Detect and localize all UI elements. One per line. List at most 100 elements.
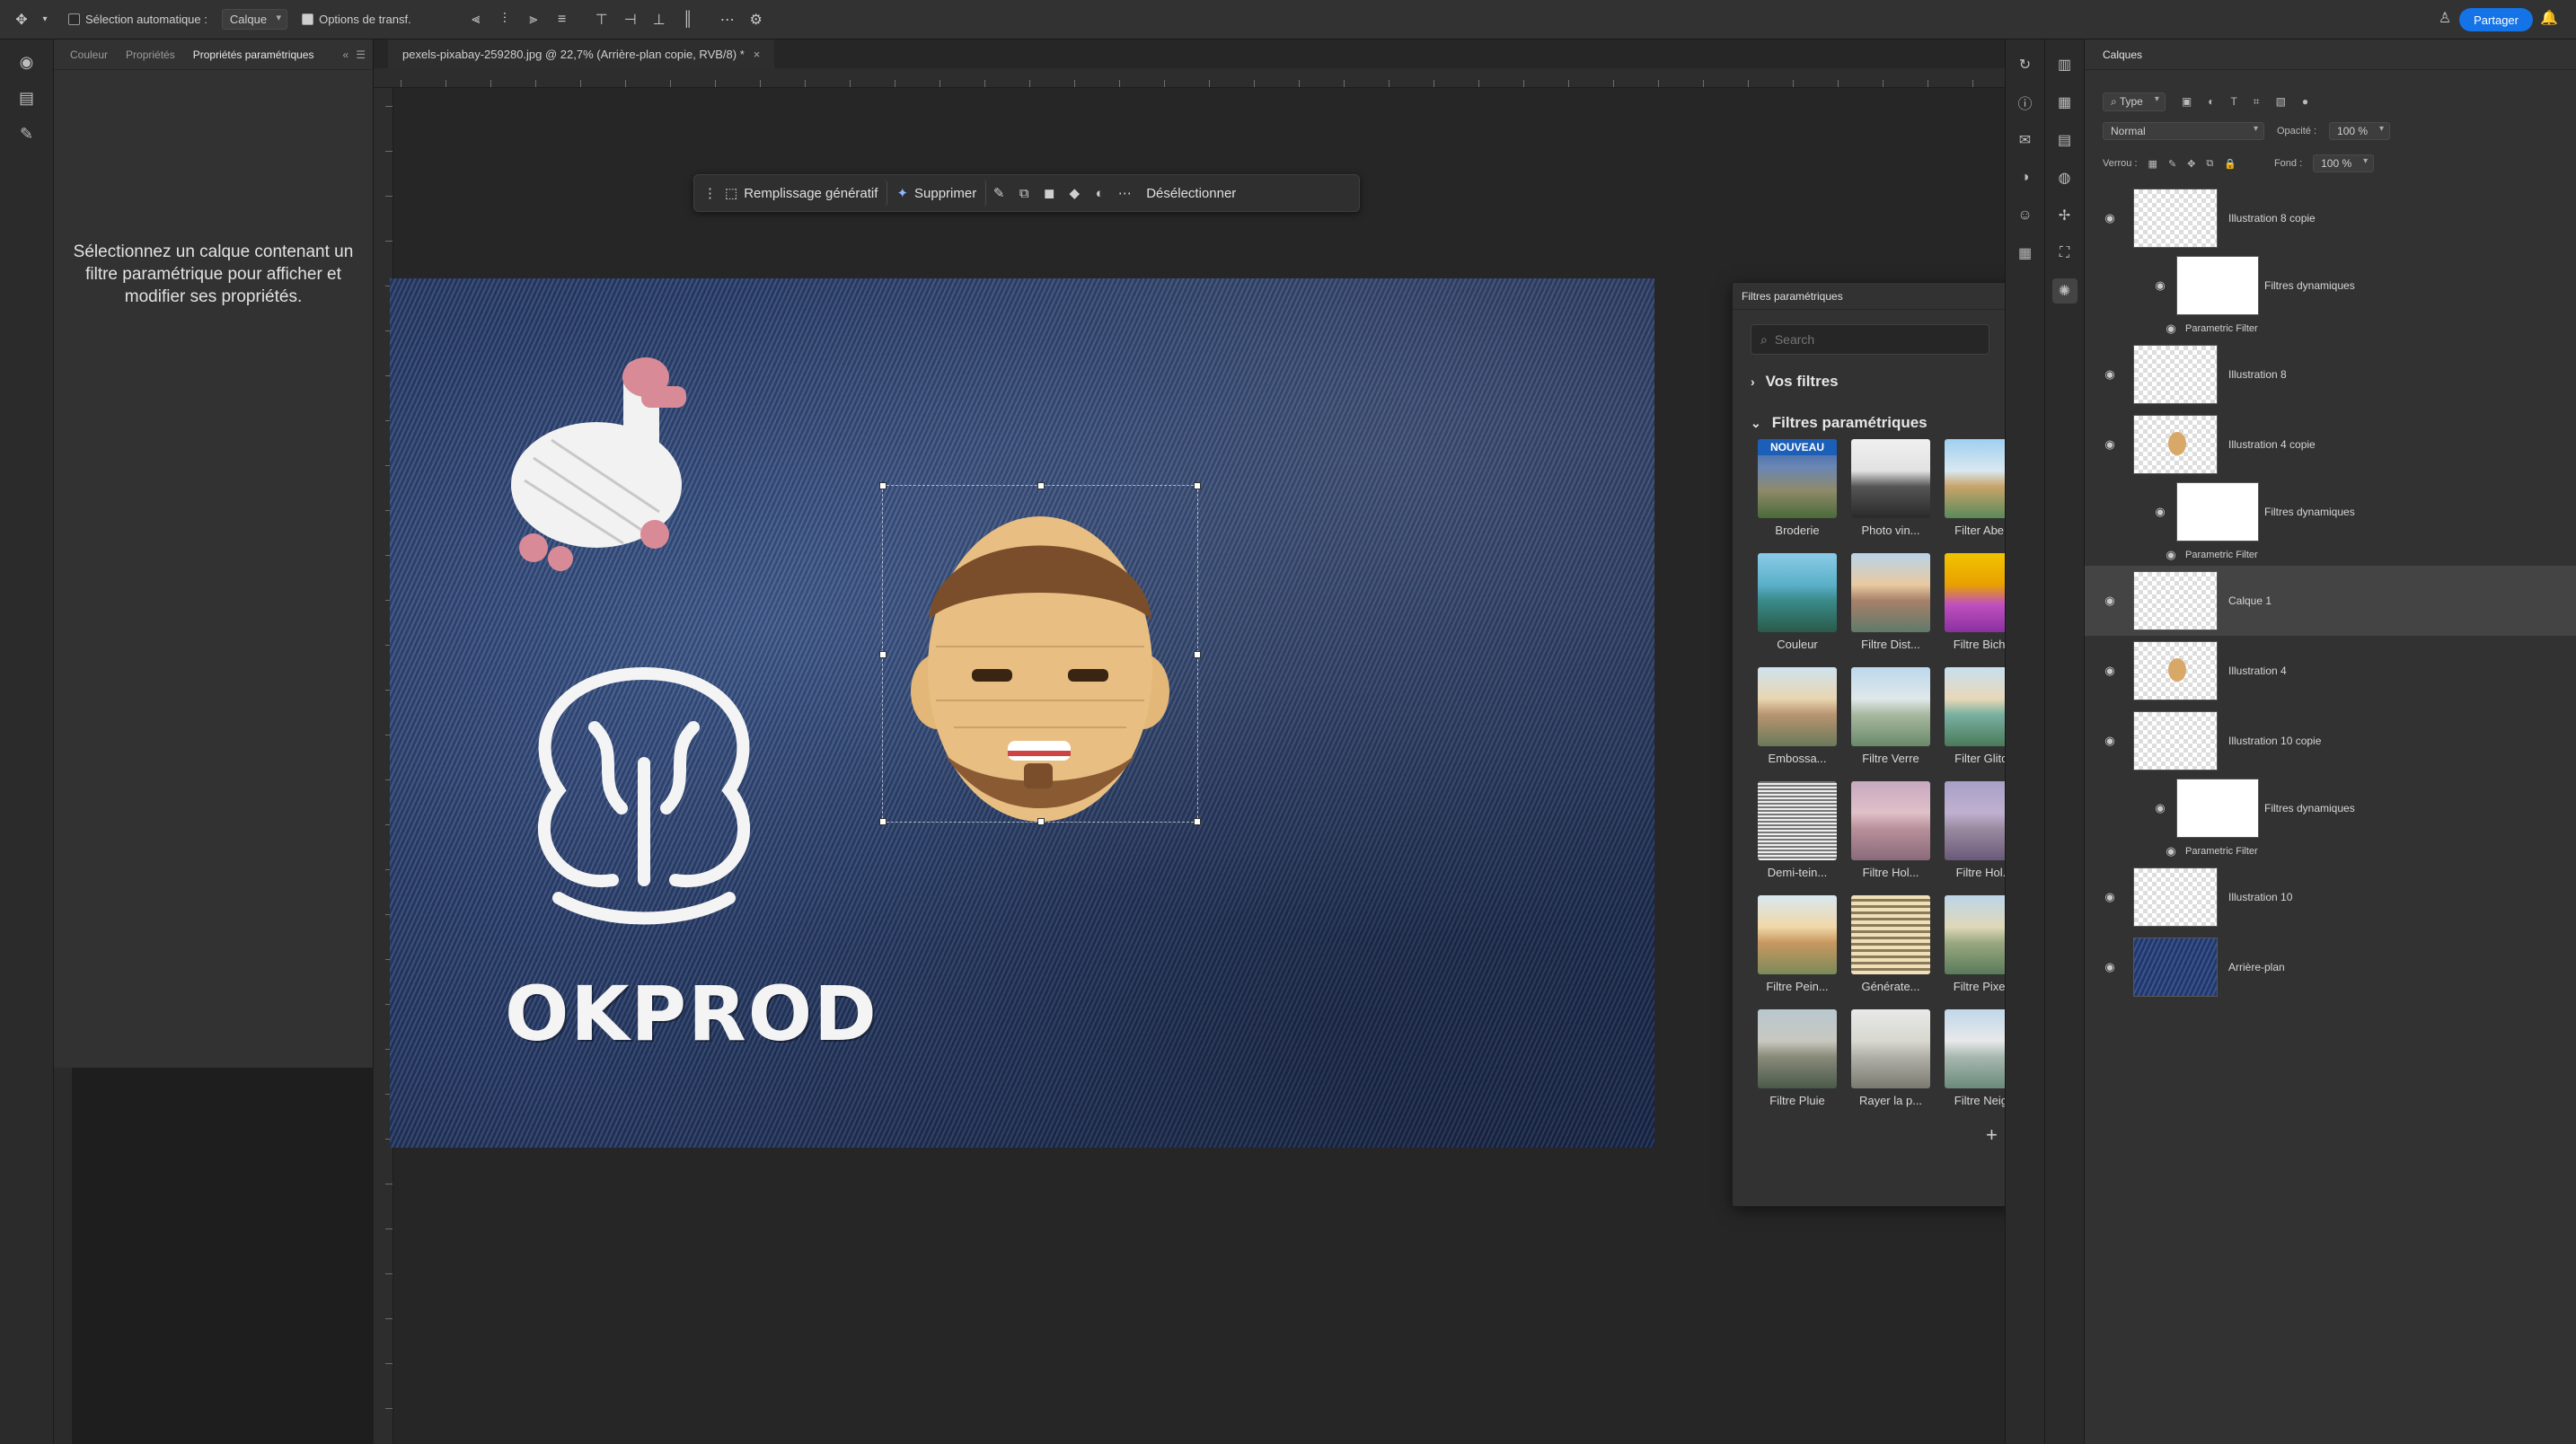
filter-item[interactable]: Filtre Hol... — [1851, 781, 1930, 879]
bell-icon[interactable]: 🔔 — [2540, 9, 2558, 27]
parametric-filter-icon[interactable]: ✺ — [2051, 278, 2078, 304]
people-icon[interactable]: ☺ — [2013, 203, 2038, 228]
tab-color[interactable]: Couleur — [61, 48, 117, 61]
panel-menu-icon[interactable]: ☰ — [356, 48, 366, 61]
adjustments-icon[interactable]: ◑ — [2013, 165, 2038, 190]
section-your-filters[interactable]: › Vos filtres — [1751, 373, 1839, 391]
lock-transparency-icon[interactable]: ▦ — [2148, 158, 2157, 170]
history-icon[interactable]: ↻ — [2013, 52, 2038, 77]
more-options-icon[interactable]: ⋯ — [719, 11, 737, 29]
filter-item[interactable]: Photo vin... — [1851, 439, 1930, 537]
resize-handle[interactable] — [879, 818, 887, 825]
close-icon[interactable]: × — [754, 48, 761, 61]
filter-search-box[interactable]: ⌕ — [1751, 324, 1989, 355]
mask-icon[interactable]: ◼ — [1037, 185, 1062, 201]
fill-icon[interactable]: ◆ — [1062, 185, 1087, 201]
resize-handle[interactable] — [879, 482, 887, 489]
gear-icon[interactable]: ⚙ — [747, 11, 765, 29]
filter-item[interactable]: Générate... — [1851, 895, 1930, 993]
swatches-icon[interactable]: ▥ — [2052, 52, 2078, 77]
eye-icon[interactable]: ◉ — [2151, 505, 2169, 519]
adjust-icon[interactable]: ◐ — [1087, 186, 1112, 201]
filter-adjustment-icon[interactable]: ◐ — [2208, 95, 2214, 108]
filter-item[interactable]: Embossa... — [1758, 667, 1837, 765]
filter-toggle-icon[interactable]: ● — [2302, 95, 2308, 108]
filter-smart-icon[interactable]: ▧ — [2276, 95, 2286, 108]
eye-icon[interactable]: ◉ — [2101, 367, 2119, 382]
eye-icon[interactable]: ◉ — [2101, 594, 2119, 608]
filter-pixel-icon[interactable]: ▣ — [2182, 95, 2192, 108]
lock-all-icon[interactable]: 🔒 — [2224, 158, 2236, 170]
layer-row[interactable]: ◉ Illustration 8 copie — [2085, 183, 2576, 253]
align-middle-icon[interactable]: ⊣ — [622, 11, 640, 29]
glyphs-icon[interactable]: ▦ — [2013, 241, 2038, 266]
smart-filters-row[interactable]: ◉ Filtres dynamiques — [2085, 253, 2576, 318]
align-top-icon[interactable]: ⊤ — [593, 11, 611, 29]
resize-handle[interactable] — [1194, 482, 1201, 489]
align-bottom-icon[interactable]: ⊥ — [650, 11, 668, 29]
layer-row[interactable]: ◉ Arrière-plan — [2085, 932, 2576, 1002]
resize-handle[interactable] — [1194, 651, 1201, 658]
filter-item[interactable]: Filtre Dist... — [1851, 553, 1930, 651]
layers-mini-icon[interactable]: ▤ — [13, 84, 40, 111]
layer-filter-type-select[interactable]: ⌕ Type — [2103, 92, 2166, 111]
lock-artboard-icon[interactable]: ⧉ — [2206, 158, 2213, 170]
layers-title[interactable]: Calques — [2103, 48, 2142, 61]
eye-icon[interactable]: ◉ — [2151, 801, 2169, 815]
eye-icon[interactable]: ◉ — [2162, 548, 2180, 562]
eye-icon[interactable]: ◉ — [2162, 321, 2180, 336]
layer-row[interactable]: ◉ Illustration 8 — [2085, 339, 2576, 409]
collapse-icon[interactable]: « — [343, 48, 349, 61]
color-wheel-icon[interactable]: ◍ — [2052, 165, 2078, 190]
layer-row[interactable]: ◉ Illustration 10 — [2085, 862, 2576, 932]
filter-item[interactable]: Filtre Verre — [1851, 667, 1930, 765]
smart-filters-row[interactable]: ◉ Filtres dynamiques — [2085, 776, 2576, 841]
auto-select-dropdown[interactable]: Calque — [221, 9, 288, 30]
eye-icon[interactable]: ◉ — [2101, 890, 2119, 904]
eye-icon[interactable]: ◉ — [2101, 734, 2119, 748]
eye-tool-icon[interactable]: ◉ — [13, 48, 40, 75]
brush-icon[interactable]: ✎ — [986, 185, 1011, 201]
drag-handle-icon[interactable]: ⋮ — [703, 185, 717, 201]
align-right-icon[interactable]: ⫸ — [525, 11, 543, 29]
layer-row[interactable]: ◉ Illustration 10 copie — [2085, 706, 2576, 776]
transform-selection-box[interactable] — [879, 482, 1201, 825]
home-icon[interactable]: ✥ ▾ — [0, 0, 61, 40]
table-icon[interactable]: ▤ — [2052, 128, 2078, 153]
fill-input[interactable]: 100 % — [2313, 154, 2375, 172]
brush-tool-icon[interactable]: ✎ — [13, 120, 40, 147]
canvas-image[interactable]: OKPROD — [390, 278, 1654, 1148]
filter-search-input[interactable] — [1774, 332, 1954, 347]
filter-text-icon[interactable]: T — [2230, 95, 2236, 108]
filter-item[interactable]: Filtre Pluie — [1758, 1009, 1837, 1107]
tab-parametric-properties[interactable]: Propriétés paramétriques — [184, 48, 323, 61]
filters-panel-header[interactable]: Filtres paramétriques »☰ — [1733, 283, 2051, 310]
opacity-input[interactable]: 100 % — [2329, 122, 2391, 140]
resize-handle[interactable] — [1037, 818, 1045, 825]
filter-item[interactable]: Rayer la p... — [1851, 1009, 1930, 1107]
generative-fill-button[interactable]: ⬚ Remplissage génératif — [716, 180, 888, 207]
lock-position-icon[interactable]: ✥ — [2187, 158, 2195, 170]
parametric-filter-row[interactable]: ◉ Parametric Filter — [2085, 841, 2576, 862]
eye-icon[interactable]: ◉ — [2151, 278, 2169, 293]
share-button[interactable]: Partager — [2459, 8, 2533, 31]
resize-handle[interactable] — [1194, 818, 1201, 825]
filter-shape-icon[interactable]: ⌗ — [2254, 95, 2260, 109]
distribute-icon[interactable]: ≡ — [553, 11, 571, 29]
horizontal-ruler[interactable] — [374, 68, 2005, 88]
grid-icon[interactable]: ▦ — [2052, 90, 2078, 115]
deselect-button[interactable]: Désélectionner — [1137, 180, 1245, 207]
eye-icon[interactable]: ◉ — [2101, 437, 2119, 452]
lock-pixels-icon[interactable]: ✎ — [2168, 158, 2176, 170]
info-icon[interactable]: ⓘ — [2013, 90, 2038, 115]
parametric-filter-row[interactable]: ◉ Parametric Filter — [2085, 544, 2576, 566]
filter-item[interactable]: Demi-tein... — [1758, 781, 1837, 879]
auto-select-checkbox[interactable]: Sélection automatique : — [61, 0, 215, 40]
add-icon[interactable]: + — [1986, 1123, 1998, 1147]
filter-item[interactable]: Couleur — [1758, 553, 1837, 651]
align-left-icon[interactable]: ⫷ — [467, 11, 485, 29]
paths-icon[interactable]: ✢ — [2052, 203, 2078, 228]
parametric-filter-row[interactable]: ◉ Parametric Filter — [2085, 318, 2576, 339]
eye-icon[interactable]: ◉ — [2101, 664, 2119, 678]
remove-button[interactable]: ✦ Supprimer — [887, 180, 987, 207]
